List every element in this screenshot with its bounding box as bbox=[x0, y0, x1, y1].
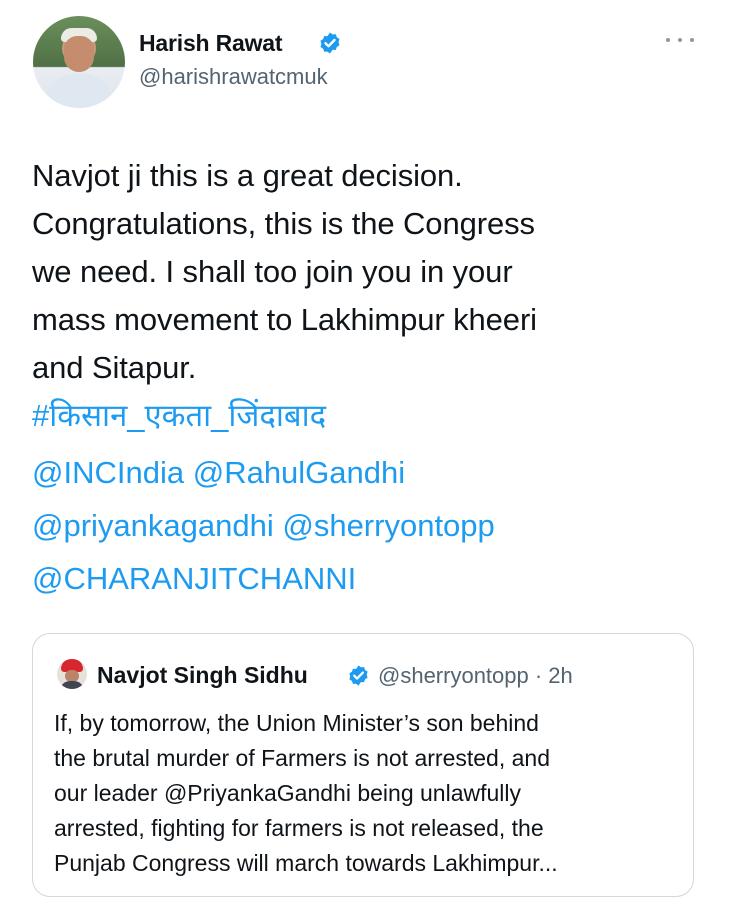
avatar-shirt bbox=[45, 74, 113, 108]
tweet-body: Navjot ji this is a great decision. Cong… bbox=[32, 152, 692, 392]
quoted-author-avatar[interactable] bbox=[57, 659, 87, 689]
tweet-text-line: we need. I shall too join you in your bbox=[32, 254, 513, 289]
quoted-author-name[interactable]: Navjot Singh Sidhu bbox=[97, 662, 308, 689]
quoted-handle-time[interactable]: @sherryontopp · 2h bbox=[378, 663, 573, 689]
quoted-text-line: arrested, fighting for farmers is not re… bbox=[54, 815, 544, 841]
tweet-text-line: Navjot ji this is a great decision. bbox=[32, 158, 463, 193]
quoted-tweet-text: If, by tomorrow, the Union Minister’s so… bbox=[54, 706, 684, 881]
avatar-body bbox=[60, 681, 84, 689]
quoted-tweet-card[interactable]: Navjot Singh Sidhu @sherryontopp · 2h If… bbox=[32, 633, 694, 897]
mention-link-priyankagandhi[interactable]: @priyankagandhi bbox=[32, 508, 274, 543]
hashtag-line: #किसान_एकता_जिंदाबाद bbox=[32, 392, 326, 440]
more-dot bbox=[678, 38, 682, 42]
tweet: Harish Rawat @harishrawatcmuk Navjot ji … bbox=[0, 0, 730, 903]
mention-link-charanjitchanni[interactable]: @CHARANJITCHANNI bbox=[32, 561, 356, 596]
mentions-line-1: @INCIndia @RahulGandhi bbox=[32, 449, 405, 497]
mention-link-rahulgandhi[interactable]: @RahulGandhi bbox=[193, 455, 405, 490]
tweet-text-line: and Sitapur. bbox=[32, 350, 197, 385]
verified-badge-icon bbox=[349, 665, 368, 686]
more-dot bbox=[690, 38, 694, 42]
quoted-text-line: the brutal murder of Farmers is not arre… bbox=[54, 745, 550, 771]
mentions-line-2: @priyankagandhi @sherryontopp bbox=[32, 502, 495, 550]
mention-link-sherryontopp[interactable]: @sherryontopp bbox=[282, 508, 494, 543]
quoted-text-line: our leader @PriyankaGandhi being unlawfu… bbox=[54, 780, 522, 806]
tweet-text-line: Congratulations, this is the Congress bbox=[32, 206, 535, 241]
more-options-icon[interactable] bbox=[666, 30, 694, 50]
mentions-line-3: @CHARANJITCHANNI bbox=[32, 555, 356, 603]
author-name[interactable]: Harish Rawat bbox=[139, 30, 283, 57]
author-handle[interactable]: @harishrawatcmuk bbox=[139, 64, 328, 90]
avatar-face bbox=[64, 36, 94, 72]
mention-link-incindia[interactable]: @INCIndia bbox=[32, 455, 184, 490]
quoted-text-line: Punjab Congress will march towards Lakhi… bbox=[54, 850, 558, 876]
tweet-text-line: mass movement to Lakhimpur kheeri bbox=[32, 302, 537, 337]
hashtag-link[interactable]: #किसान_एकता_जिंदाबाद bbox=[32, 398, 326, 433]
verified-badge-icon bbox=[320, 32, 340, 54]
quoted-text-line: If, by tomorrow, the Union Minister’s so… bbox=[54, 710, 539, 736]
author-avatar[interactable] bbox=[33, 16, 125, 108]
more-dot bbox=[666, 38, 670, 42]
